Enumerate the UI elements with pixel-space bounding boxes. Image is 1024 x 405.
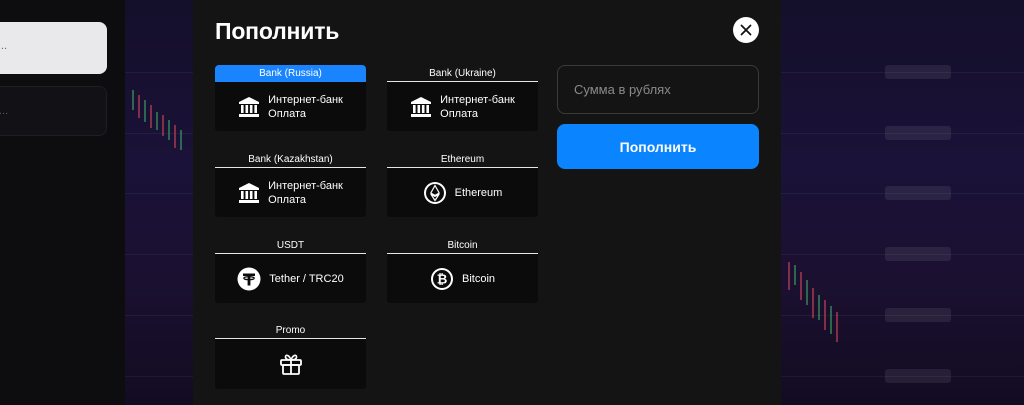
background-card: ... — [0, 22, 107, 74]
method-usdt[interactable]: USDT Tether / TRC20 — [215, 237, 366, 303]
method-label: USDT — [215, 237, 366, 254]
method-label: Promo — [215, 322, 366, 339]
method-label: Bank (Russia) — [215, 65, 366, 82]
method-name: Tether / TRC20 — [269, 272, 344, 285]
method-name: Интернет-банк — [440, 93, 515, 106]
method-subname: Оплата — [268, 107, 306, 120]
method-label: Ethereum — [387, 151, 538, 168]
method-name: Bitcoin — [461, 272, 496, 285]
deposit-button[interactable]: Пополнить — [557, 124, 759, 169]
method-bank-russia[interactable]: Bank (Russia) Интернет-банк Оплата — [215, 65, 366, 131]
background-sidebar: ... ... — [0, 0, 125, 405]
background-card-text: ... — [0, 105, 9, 117]
method-name: Интернет-банк — [268, 179, 343, 192]
bank-icon — [238, 182, 260, 204]
gift-icon — [278, 351, 304, 377]
method-name: Интернет-банк — [268, 93, 343, 106]
method-label: Bitcoin — [387, 237, 538, 254]
bank-icon — [238, 96, 260, 118]
svg-text:₿: ₿ — [437, 272, 448, 287]
ethereum-icon — [423, 181, 447, 205]
amount-input[interactable] — [557, 65, 759, 114]
method-label: Bank (Kazakhstan) — [215, 151, 366, 168]
modal-title: Пополнить — [215, 18, 340, 44]
close-icon — [740, 24, 752, 36]
deposit-modal: Пополнить Bank (Russia) Интернет-банк Опл… — [193, 0, 781, 405]
method-bank-kazakhstan[interactable]: Bank (Kazakhstan) Интернет-банк Оплата — [215, 151, 366, 217]
method-subname: Оплата — [268, 193, 306, 206]
method-label: Bank (Ukraine) — [387, 65, 538, 82]
method-ethereum[interactable]: Ethereum Ethereum — [387, 151, 538, 217]
method-bitcoin[interactable]: Bitcoin ₿ Bitcoin — [387, 237, 538, 303]
method-bank-ukraine[interactable]: Bank (Ukraine) Интернет-банк Оплата — [387, 65, 538, 131]
bank-icon — [410, 96, 432, 118]
method-name: Ethereum — [454, 186, 503, 199]
method-subname: Оплата — [440, 107, 478, 120]
background-card-dark: ... — [0, 86, 107, 136]
background-card-text: ... — [0, 40, 8, 52]
close-button[interactable] — [733, 17, 759, 43]
tether-icon — [237, 267, 261, 291]
bitcoin-icon: ₿ — [430, 267, 454, 291]
method-promo[interactable]: Promo — [215, 322, 366, 389]
